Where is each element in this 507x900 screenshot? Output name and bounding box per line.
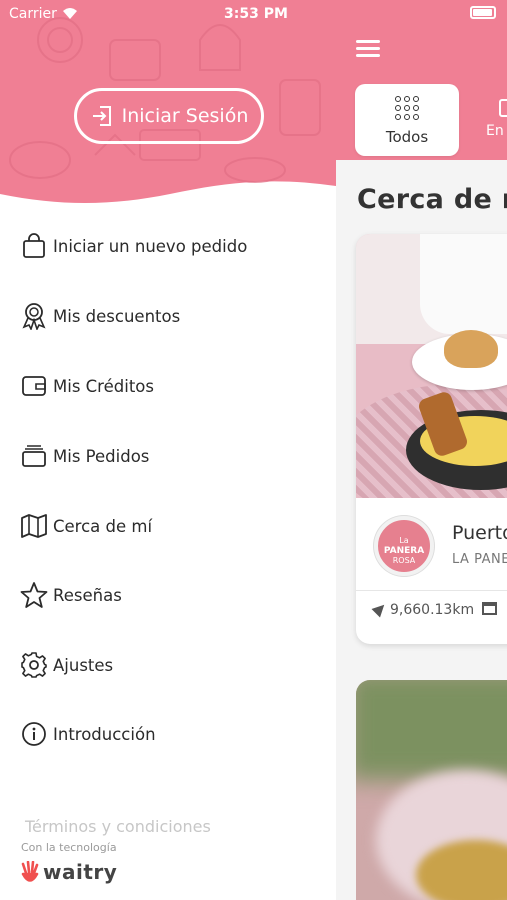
menu-icon[interactable] [356, 40, 380, 58]
card-divider [356, 590, 507, 591]
main-screen: Todos En Cerca de mí La PANERA ROSA Puer… [336, 0, 507, 900]
tab-en-label: En [486, 123, 504, 139]
terms-link[interactable]: Términos y condiciones [25, 817, 211, 836]
login-icon [92, 106, 111, 126]
card-footer: 9,660.13km [371, 600, 498, 618]
powered-by-label: Con la tecnología [21, 841, 117, 854]
gear-icon [20, 651, 48, 679]
distance: 9,660.13km [390, 602, 475, 618]
menu-item-label: Reseñas [53, 585, 122, 605]
login-button-label: Iniciar Sesión [121, 105, 249, 127]
side-drawer: Carrier 3:53 PM Iniciar Sesión Iniciar u… [0, 0, 336, 900]
map-icon [20, 512, 48, 540]
restaurant-subtitle: LA PANERA ROSA [452, 552, 507, 567]
info-icon [20, 720, 48, 748]
menu-item-intro[interactable]: Introducción [20, 714, 320, 754]
wifi-icon [62, 8, 77, 19]
main-header: Todos En [336, 0, 507, 160]
restaurant-photo [356, 234, 507, 498]
battery-icon [470, 6, 496, 19]
menu-item-new-order[interactable]: Iniciar un nuevo pedido [20, 226, 320, 266]
menu-item-credits[interactable]: Mis Créditos [20, 366, 320, 406]
menu-item-label: Mis Pedidos [53, 446, 150, 466]
menu-item-discounts[interactable]: Mis descuentos [20, 296, 320, 336]
drawer-header: Carrier 3:53 PM Iniciar Sesión [0, 0, 336, 205]
menu-item-nearby[interactable]: Cerca de mí [20, 506, 320, 546]
restaurant-card-2[interactable] [356, 680, 507, 900]
login-button[interactable]: Iniciar Sesión [74, 88, 264, 144]
menu-item-label: Mis Créditos [53, 376, 154, 396]
section-title: Cerca de mí [357, 184, 507, 215]
menu-item-label: Introducción [53, 724, 156, 744]
tab-todos[interactable]: Todos [355, 84, 459, 156]
bag-icon [499, 99, 507, 117]
star-icon [20, 581, 48, 609]
restaurant-card[interactable]: La PANERA ROSA Puerto LA PANERA ROSA 9,6… [356, 234, 507, 644]
status-time: 3:53 PM [224, 6, 288, 22]
brand-name: waitry [43, 860, 118, 884]
restaurant-logo: La PANERA ROSA [374, 516, 434, 576]
location-arrow-icon [371, 600, 389, 618]
grid-icon [395, 96, 419, 120]
waitry-hand-icon [21, 861, 39, 882]
menu-item-label: Cerca de mí [53, 516, 153, 536]
menu-item-reviews[interactable]: Reseñas [20, 575, 320, 615]
wallet-icon [20, 372, 48, 400]
restaurant-name: Puerto [452, 522, 507, 544]
menu-item-settings[interactable]: Ajustes [20, 645, 320, 685]
menu-item-label: Iniciar un nuevo pedido [53, 236, 248, 256]
store-icon [482, 602, 498, 615]
menu-item-label: Mis descuentos [53, 306, 181, 326]
waitry-logo: waitry [21, 858, 117, 886]
menu-item-orders[interactable]: Mis Pedidos [20, 436, 320, 476]
status-carrier: Carrier [9, 6, 78, 22]
shopping-bag-icon [20, 232, 48, 260]
award-ribbon-icon [20, 302, 48, 330]
orders-stack-icon [20, 442, 48, 470]
menu-item-label: Ajustes [53, 655, 114, 675]
tab-todos-label: Todos [385, 128, 429, 146]
tab-en[interactable]: En [486, 95, 507, 155]
